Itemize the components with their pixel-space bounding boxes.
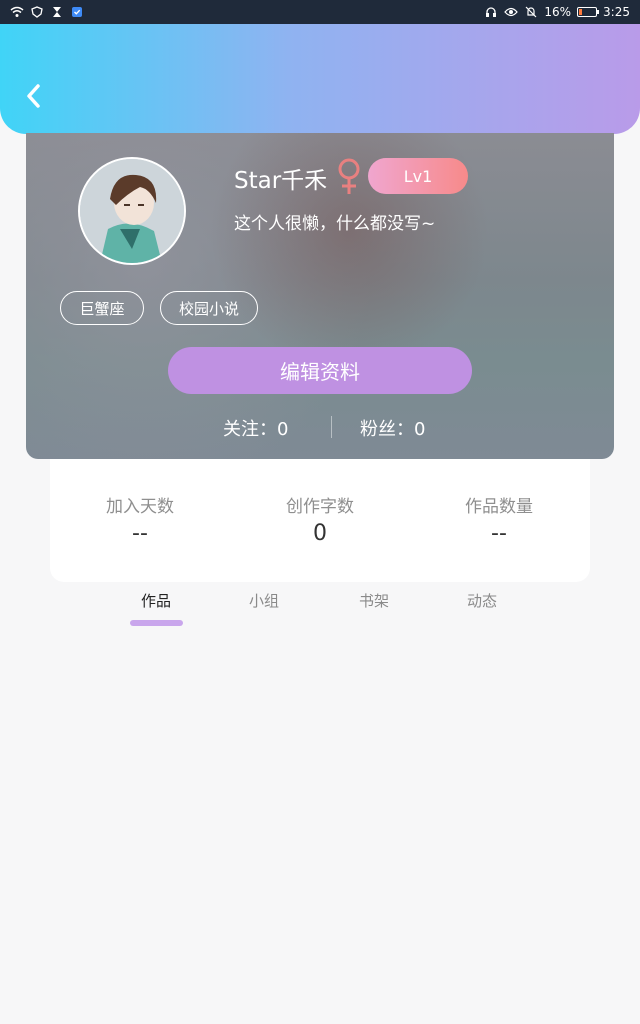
stat-value: 0	[313, 521, 327, 546]
bell-off-icon	[524, 5, 538, 19]
battery-icon	[577, 7, 600, 17]
tag-zodiac[interactable]: 巨蟹座	[60, 291, 144, 325]
bio-text: 这个人很懒，什么都没写~	[234, 214, 436, 234]
stat-label: 加入天数	[106, 497, 174, 517]
following-count[interactable]: 关注：0	[223, 415, 288, 441]
status-time: 3:25	[603, 5, 630, 19]
follow-divider	[331, 416, 332, 438]
stats-card: 加入天数 -- 创作字数 0 作品数量 --	[50, 459, 590, 582]
stat-value: --	[132, 521, 148, 546]
security-badge-icon	[70, 5, 84, 19]
stat-join-days: 加入天数 --	[70, 492, 210, 546]
status-right-icons: 16% 3:25	[484, 5, 630, 19]
eye-icon	[504, 5, 519, 19]
profile-header	[0, 24, 640, 134]
profile-tabs: 作品 小组 书架 动态	[0, 588, 640, 636]
tab-groups[interactable]: 小组	[249, 590, 279, 611]
stat-word-count: 创作字数 0	[250, 492, 390, 546]
profile-card: Star千禾 Lv1 这个人很懒，什么都没写~ 巨蟹座 校园小说 编辑资料 关注…	[26, 133, 614, 459]
status-left-icons	[10, 5, 84, 19]
avatar-image	[80, 159, 184, 263]
tag-genre[interactable]: 校园小说	[160, 291, 258, 325]
tab-activity[interactable]: 动态	[467, 590, 497, 611]
tab-works[interactable]: 作品	[141, 590, 171, 611]
hourglass-icon	[50, 5, 64, 19]
tab-bookshelf[interactable]: 书架	[359, 590, 389, 611]
chevron-left-icon	[27, 84, 40, 108]
wifi-icon	[10, 5, 24, 19]
battery-percent: 16%	[544, 5, 572, 19]
female-gender-icon	[334, 157, 364, 197]
shield-icon	[30, 5, 44, 19]
stat-label: 作品数量	[465, 497, 533, 517]
stat-works-count: 作品数量 --	[429, 492, 569, 546]
stat-value: --	[491, 521, 507, 546]
username: Star千禾	[234, 168, 328, 194]
headphones-icon	[484, 5, 498, 19]
followers-count[interactable]: 粉丝：0	[360, 415, 425, 441]
level-badge: Lv1	[368, 158, 468, 194]
edit-profile-button[interactable]: 编辑资料	[168, 347, 472, 394]
back-button[interactable]	[22, 82, 46, 110]
status-bar: 16% 3:25	[0, 0, 640, 24]
active-tab-indicator	[130, 620, 183, 626]
stat-label: 创作字数	[286, 497, 354, 517]
avatar[interactable]	[78, 157, 186, 265]
